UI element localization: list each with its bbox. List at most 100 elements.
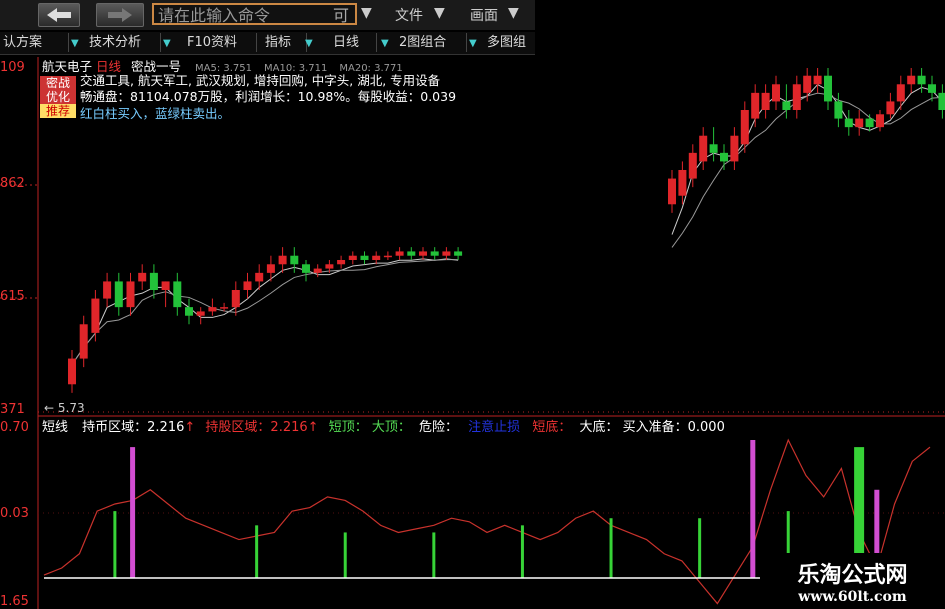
pink-signal-bar: [130, 447, 136, 578]
candle-body: [173, 281, 182, 308]
candle-body: [917, 75, 926, 85]
candle-body: [938, 92, 945, 110]
candle-body: [834, 101, 843, 119]
green-signal-bar: [520, 525, 524, 578]
price-tick-label: 109: [0, 60, 25, 75]
candle-body: [91, 298, 100, 333]
candle-body: [255, 272, 264, 282]
indicator-name: 短线: [42, 420, 69, 435]
candle-body: [688, 152, 697, 179]
indicator-tick-label: 0.70: [0, 420, 29, 435]
green-signal-bar: [343, 532, 347, 578]
candle-body: [442, 251, 451, 256]
candle-body: [266, 264, 275, 273]
up-arrow-icon: ↑: [184, 420, 196, 435]
watermark-title: 乐淘公式网: [797, 562, 908, 588]
candle-body: [360, 255, 369, 260]
green-signal-bar: [609, 518, 613, 578]
green-signal-bar: [255, 525, 259, 578]
candle-body: [208, 307, 217, 312]
candle-body: [855, 118, 864, 128]
moving-average-line: [671, 92, 945, 248]
candle-body: [813, 75, 822, 85]
candle-body: [792, 84, 801, 110]
candle-body: [740, 110, 749, 145]
hold-stock-label: 持股区域：2.216: [205, 420, 308, 435]
candle-body: [79, 324, 88, 359]
candle-body: [772, 84, 780, 102]
danger-label: 危险：: [419, 420, 459, 435]
price-tick-label: 615: [0, 289, 25, 304]
candle-body: [844, 118, 853, 128]
candle-body: [383, 255, 392, 258]
candle-body: [761, 92, 770, 110]
moving-average-line: [671, 83, 945, 235]
short-bottom-label: 短底：: [532, 420, 572, 435]
recommend-tag: 推荐: [40, 104, 76, 118]
moving-average-line: [71, 258, 459, 365]
candle-body: [231, 290, 240, 308]
up-arrow-icon: ↑: [307, 420, 319, 435]
candle-body: [290, 255, 299, 265]
candle-body: [751, 92, 760, 119]
candle-body: [782, 101, 791, 110]
candle-body: [114, 281, 123, 308]
candle-body: [454, 251, 463, 256]
moving-average-line: [71, 259, 459, 365]
short-top-label: 短顶：: [328, 420, 368, 435]
candle-body: [430, 251, 439, 256]
candle-body: [185, 307, 193, 316]
green-signal-bar: [698, 518, 702, 578]
big-top-label: 大顶：: [371, 420, 411, 435]
candle-body: [407, 251, 416, 256]
candle-body: [325, 264, 334, 269]
candle-body: [348, 255, 357, 260]
low-price-marker: ← 5.73: [44, 401, 85, 415]
candle-body: [699, 135, 708, 162]
candle-body: [824, 75, 832, 102]
pink-signal-bar: [750, 440, 756, 578]
candle-body: [161, 281, 170, 290]
badge-line: 密战: [45, 76, 70, 90]
candle-body: [196, 311, 205, 316]
candle-body: [928, 84, 936, 93]
candle-body: [243, 281, 252, 290]
candle-body: [313, 268, 322, 273]
candle-body: [126, 281, 135, 308]
green-signal-bar: [432, 532, 436, 578]
big-bottom-label: 大底：: [579, 420, 619, 435]
candle-body: [678, 170, 687, 196]
indicator-tick-label: 1.65: [0, 594, 29, 609]
candle-body: [395, 251, 404, 256]
hint-line: 红白柱买入，蓝绿柱卖出。: [80, 106, 231, 121]
candle-body: [372, 255, 381, 260]
candle-body: [865, 118, 874, 128]
candle-body: [337, 260, 346, 265]
stop-loss-label: 注意止损: [468, 420, 521, 435]
indicator-header: 短线 持币区域：2.216↑ 持股区域：2.216↑ 短顶： 大顶： 危险： 注…: [42, 416, 725, 435]
candle-body: [720, 152, 728, 162]
badge-line: 优化: [45, 90, 70, 104]
indicator-tick-label: 0.03: [0, 506, 29, 521]
candle-body: [103, 281, 112, 299]
candle-body: [730, 135, 739, 162]
candle-body: [876, 114, 884, 128]
candle-body: [138, 272, 147, 282]
buy-ready-label: 买入准备：0.000: [622, 420, 725, 435]
candle-body: [803, 75, 812, 93]
candle-body: [149, 272, 158, 290]
price-tick-label: 862: [0, 176, 25, 191]
candle-body: [419, 251, 427, 256]
candle-body: [220, 307, 229, 309]
candle-body: [68, 358, 76, 385]
hold-cash-label: 持币区域：2.216: [82, 420, 185, 435]
candle-body: [907, 75, 916, 85]
candle-body: [302, 264, 310, 273]
candle-body: [896, 84, 905, 102]
watermark: 乐淘公式网 www.60lt.com: [760, 553, 945, 609]
candle-body: [668, 178, 676, 205]
candle-body: [886, 101, 895, 115]
candle-body: [709, 144, 718, 153]
watermark-url: www.60lt.com: [798, 589, 907, 605]
green-signal-bar: [113, 511, 117, 578]
